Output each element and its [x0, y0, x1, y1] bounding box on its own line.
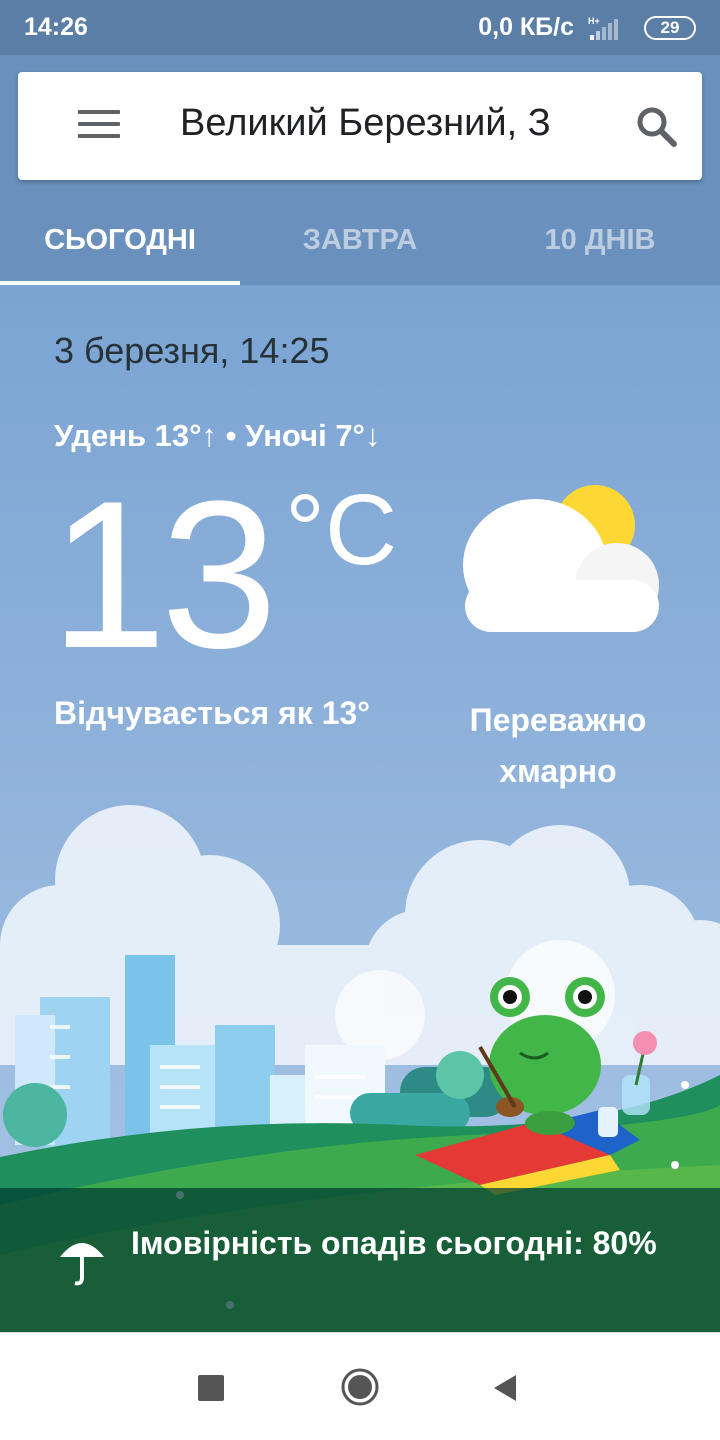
signal-icon: H+ — [586, 15, 632, 41]
network-speed: 0,0 КБ/с — [478, 13, 574, 41]
weather-main: 3 березня, 14:25 Удень 13°↑ • Уночі 7°↓ … — [0, 285, 720, 1332]
feels-like: Відчувається як 13° — [54, 695, 371, 731]
search-icon[interactable] — [632, 102, 682, 152]
battery-level: 29 — [660, 17, 680, 37]
status-indicators: 0,0 КБ/с H+ 29 — [478, 13, 696, 42]
search-bar[interactable]: Великий Березний, З — [18, 72, 702, 180]
temperature-unit: °C — [285, 474, 398, 586]
battery-icon: 29 — [644, 15, 696, 40]
menu-icon[interactable] — [78, 110, 120, 142]
tab-10-days[interactable]: 10 ДНІВ — [480, 195, 720, 285]
app-header: Великий Березний, З СЬОГОДНІ ЗАВТРА 10 Д… — [0, 55, 720, 285]
current-temperature: 13 — [50, 457, 278, 692]
date-time: 3 березня, 14:25 — [54, 330, 330, 371]
precipitation-chance: Імовірність опадів сьогодні: 80% — [131, 1225, 657, 1261]
status-time: 14:26 — [24, 13, 88, 41]
partly-cloudy-icon — [455, 480, 665, 640]
weather-condition: Переважно хмарно — [469, 702, 647, 789]
tab-tomorrow[interactable]: ЗАВТРА — [240, 195, 480, 285]
precipitation-panel[interactable]: Імовірність опадів сьогодні: 80% — [0, 1188, 720, 1332]
network-type-label: H+ — [588, 16, 600, 26]
system-nav-bar — [0, 1332, 720, 1440]
home-icon[interactable] — [340, 1367, 380, 1407]
umbrella-icon — [58, 1235, 106, 1287]
status-bar: 14:26 0,0 КБ/с H+ 29 — [0, 0, 720, 55]
search-location-text[interactable]: Великий Березний, З — [180, 102, 551, 145]
tab-today[interactable]: СЬОГОДНІ — [0, 195, 240, 285]
recent-apps-icon[interactable] — [198, 1375, 224, 1401]
back-icon[interactable] — [490, 1373, 520, 1403]
tab-bar: СЬОГОДНІ ЗАВТРА 10 ДНІВ — [0, 195, 720, 285]
high-low-temps: Удень 13°↑ • Уночі 7°↓ — [54, 418, 381, 453]
